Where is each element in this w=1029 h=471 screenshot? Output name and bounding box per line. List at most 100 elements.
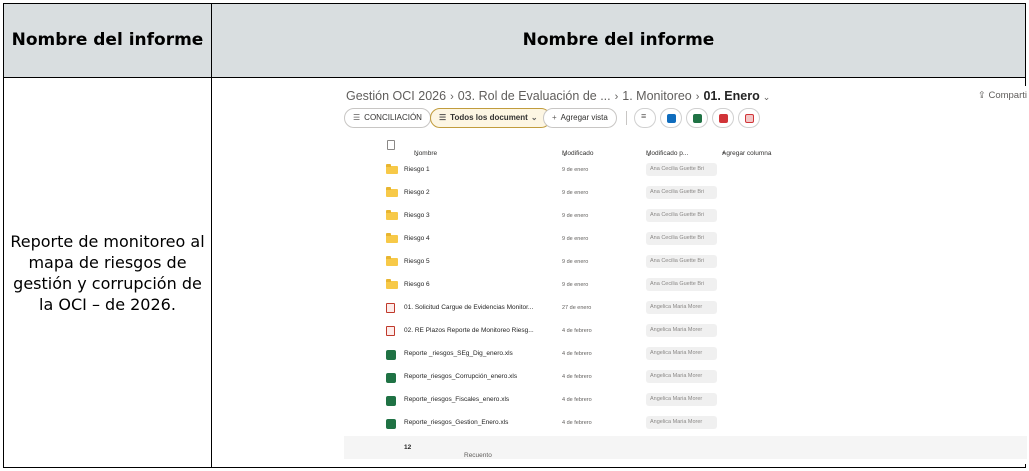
list-footer: Recuento 12 (344, 436, 1027, 459)
modified-date: 4 de febrero (562, 351, 592, 357)
modified-by: Ana Cecilia Guette Bri (646, 255, 717, 268)
report-name-cell: Reporte de monitoreo al mapa de riesgos … (3, 77, 212, 468)
modified-date: 9 de enero (562, 167, 589, 173)
file-name[interactable]: Riesgo 5 (404, 258, 430, 265)
list-item[interactable]: Riesgo 4 9 de enero Ana Cecilia Guette Bri (344, 228, 1027, 251)
chevron-down-icon: ⌄ (646, 151, 652, 158)
list-item[interactable]: Riesgo 5 9 de enero Ana Cecilia Guette Bri (344, 251, 1027, 274)
report-table: Nombre del informe Nombre del informe Re… (3, 3, 1027, 468)
list-item[interactable]: 01. Solicitud Cargue de Evidencias Monit… (344, 297, 1027, 320)
filter-button[interactable]: ≡ (634, 108, 656, 128)
breadcrumb: Gestión OCI 2026 › 03. Rol de Evaluación d… (346, 89, 770, 103)
file-name[interactable]: Riesgo 2 (404, 189, 430, 196)
file-name[interactable]: Reporte_riesgos_Corrupción_enero.xls (404, 373, 517, 380)
count-label: Recuento (464, 452, 492, 459)
plus-icon: + (552, 113, 557, 122)
excel-file-icon (386, 350, 396, 360)
modified-by: Angelica Maria Morer (646, 393, 717, 406)
folder-icon (386, 279, 398, 289)
breadcrumb-item[interactable]: 1. Monitoreo (622, 89, 691, 103)
folder-icon (386, 233, 398, 243)
mail-view-button[interactable] (738, 108, 760, 128)
screenshot-cell: Gestión OCI 2026 › 03. Rol de Evaluación d… (211, 77, 1027, 468)
mail-icon (745, 114, 754, 123)
view-pill-label: CONCILIACIÓN (364, 113, 422, 122)
modified-date: 9 de enero (562, 190, 589, 196)
breadcrumb-item[interactable]: Gestión OCI 2026 (346, 89, 446, 103)
list-item[interactable]: Riesgo 2 9 de enero Ana Cecilia Guette Bri (344, 182, 1027, 205)
folder-icon (386, 210, 398, 220)
list-item[interactable]: Riesgo 1 9 de enero Ana Cecilia Guette Bri (344, 159, 1027, 182)
modified-by: Ana Cecilia Guette Bri (646, 163, 717, 176)
view-pill-all-documents[interactable]: ☰ Todos los document ⌄ (430, 108, 551, 128)
file-name[interactable]: 01. Solicitud Cargue de Evidencias Monit… (404, 304, 533, 311)
modified-by: Ana Cecilia Guette Bri (646, 186, 717, 199)
add-column-label: Agregar columna (722, 150, 772, 157)
modified-date: 4 de febrero (562, 420, 592, 426)
list-item[interactable]: Reporte _riesgos_SEg_Dig_enero.xls 4 de f… (344, 343, 1027, 366)
file-name[interactable]: Riesgo 4 (404, 235, 430, 242)
file-name[interactable]: Riesgo 3 (404, 212, 430, 219)
list-item[interactable]: Riesgo 6 9 de enero Ana Cecilia Guette Bri (344, 274, 1027, 297)
chevron-right-icon: › (450, 91, 454, 103)
file-name[interactable]: Reporte_riesgos_Gestion_Enero.xls (404, 419, 508, 426)
toolbar-divider (626, 111, 627, 125)
add-view-button[interactable]: + Agregar vista (543, 108, 617, 128)
file-name[interactable]: Riesgo 1 (404, 166, 430, 173)
folder-icon (386, 187, 398, 197)
modified-date: 4 de febrero (562, 374, 592, 380)
folder-icon (386, 164, 398, 174)
share-button[interactable]: ⇪ Comparti (978, 90, 1027, 101)
column-modified-by-label: Modificado p... (646, 150, 689, 157)
list-item[interactable]: Reporte_riesgos_Corrupción_enero.xls 4 de… (344, 366, 1027, 389)
sharepoint-screenshot: Gestión OCI 2026 › 03. Rol de Evaluación d… (344, 86, 1027, 464)
view-pill-label: Todos los document (450, 113, 528, 122)
chevron-down-icon[interactable]: ⌄ (763, 92, 771, 102)
chevron-down-icon: ⌄ (530, 113, 538, 122)
list-icon: ☰ (439, 113, 447, 122)
chevron-right-icon: › (695, 91, 700, 103)
list-icon: ☰ (353, 113, 361, 122)
view-toolbar: ☰ CONCILIACIÓN ☰ Todos los document ⌄ + Agre… (344, 108, 1027, 128)
chevron-right-icon: › (614, 91, 619, 103)
excel-icon (693, 114, 702, 123)
email-file-icon (386, 326, 395, 336)
excel-file-icon (386, 419, 396, 429)
modified-by: Angelica Maria Morer (646, 370, 717, 383)
file-name[interactable]: Riesgo 6 (404, 281, 430, 288)
share-icon: ⇪ (977, 90, 989, 101)
outlook-view-button[interactable] (660, 108, 682, 128)
modified-date: 9 de enero (562, 282, 589, 288)
excel-file-icon (386, 373, 396, 383)
file-type-icon (387, 140, 395, 150)
modified-date: 4 de febrero (562, 328, 592, 334)
excel-file-icon (386, 396, 396, 406)
header-report-name-right: Nombre del informe (211, 3, 1026, 78)
list-item[interactable]: Reporte_riesgos_Gestion_Enero.xls 4 de fe… (344, 412, 1027, 435)
file-name[interactable]: Reporte_riesgos_Fiscales_enero.xls (404, 396, 509, 403)
list-item[interactable]: Riesgo 3 9 de enero Ana Cecilia Guette Bri (344, 205, 1027, 228)
file-name[interactable]: Reporte _riesgos_SEg_Dig_enero.xls (404, 350, 513, 357)
modified-date: 27 de enero (562, 305, 592, 311)
list-item[interactable]: Reporte_riesgos_Fiscales_enero.xls 4 de f… (344, 389, 1027, 412)
office-icon (719, 114, 728, 123)
modified-date: 9 de enero (562, 213, 589, 219)
breadcrumb-item[interactable]: 03. Rol de Evaluación de ... (458, 89, 611, 103)
outlook-icon (667, 114, 676, 123)
chevron-down-icon: ⌄ (414, 151, 420, 158)
modified-date: 9 de enero (562, 259, 589, 265)
modified-by: Angelica Maria Morer (646, 324, 717, 337)
office-view-button[interactable] (712, 108, 734, 128)
modified-by: Angelica Maria Morer (646, 347, 717, 360)
breadcrumb-current[interactable]: 01. Enero (703, 89, 759, 103)
modified-by: Ana Cecilia Guette Bri (646, 278, 717, 291)
list-item[interactable]: 02. RE Plazos Reporte de Monitoreo Riesg… (344, 320, 1027, 343)
view-pill-conciliacion[interactable]: ☰ CONCILIACIÓN (344, 108, 431, 128)
share-label: Comparti (988, 90, 1027, 101)
excel-view-button[interactable] (686, 108, 708, 128)
list-header: Nombre ⌄ Modificado ⌄ Modificado p... ⌄ … (344, 136, 1027, 158)
modified-by: Ana Cecilia Guette Bri (646, 209, 717, 222)
file-name[interactable]: 02. RE Plazos Reporte de Monitoreo Riesg… (404, 327, 534, 334)
email-file-icon (386, 303, 395, 313)
modified-by: Angelica Maria Morer (646, 301, 717, 314)
